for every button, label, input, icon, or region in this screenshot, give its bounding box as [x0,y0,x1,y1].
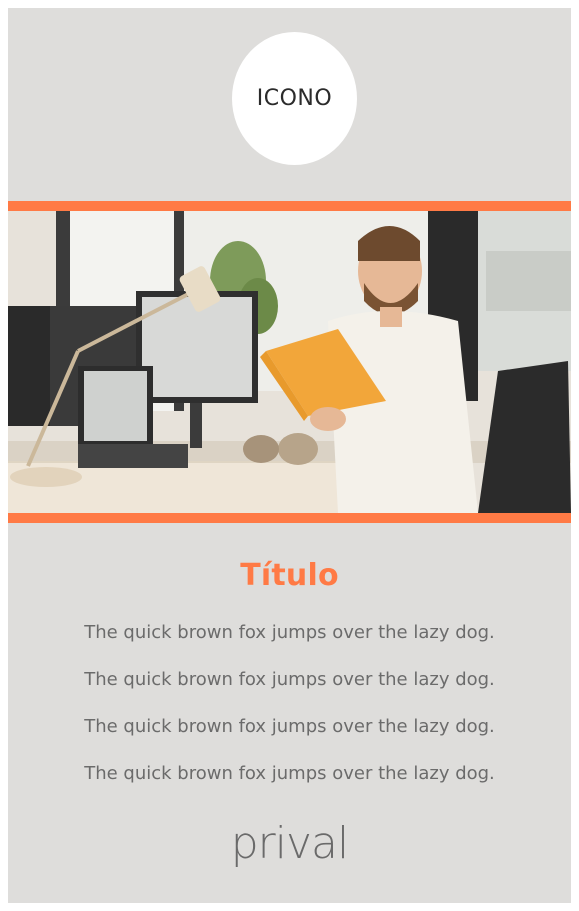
icon-placeholder-label: ICONO [256,86,333,111]
card: ICONO Título The quick brown fox jumps o… [8,8,571,903]
brand-logo: prival [230,818,349,869]
page-title: Título [240,558,339,593]
text-line: The quick brown fox jumps over the lazy … [84,622,495,643]
icon-placeholder: ICONO [232,32,357,165]
text-lines: The quick brown fox jumps over the lazy … [8,618,571,806]
text-line: The quick brown fox jumps over the lazy … [84,763,495,784]
accent-bar-bottom [8,513,571,523]
hero-photo [8,211,571,513]
accent-bar-top [8,201,571,211]
text-line: The quick brown fox jumps over the lazy … [84,669,495,690]
text-line: The quick brown fox jumps over the lazy … [84,716,495,737]
office-photo-icon [8,211,571,513]
